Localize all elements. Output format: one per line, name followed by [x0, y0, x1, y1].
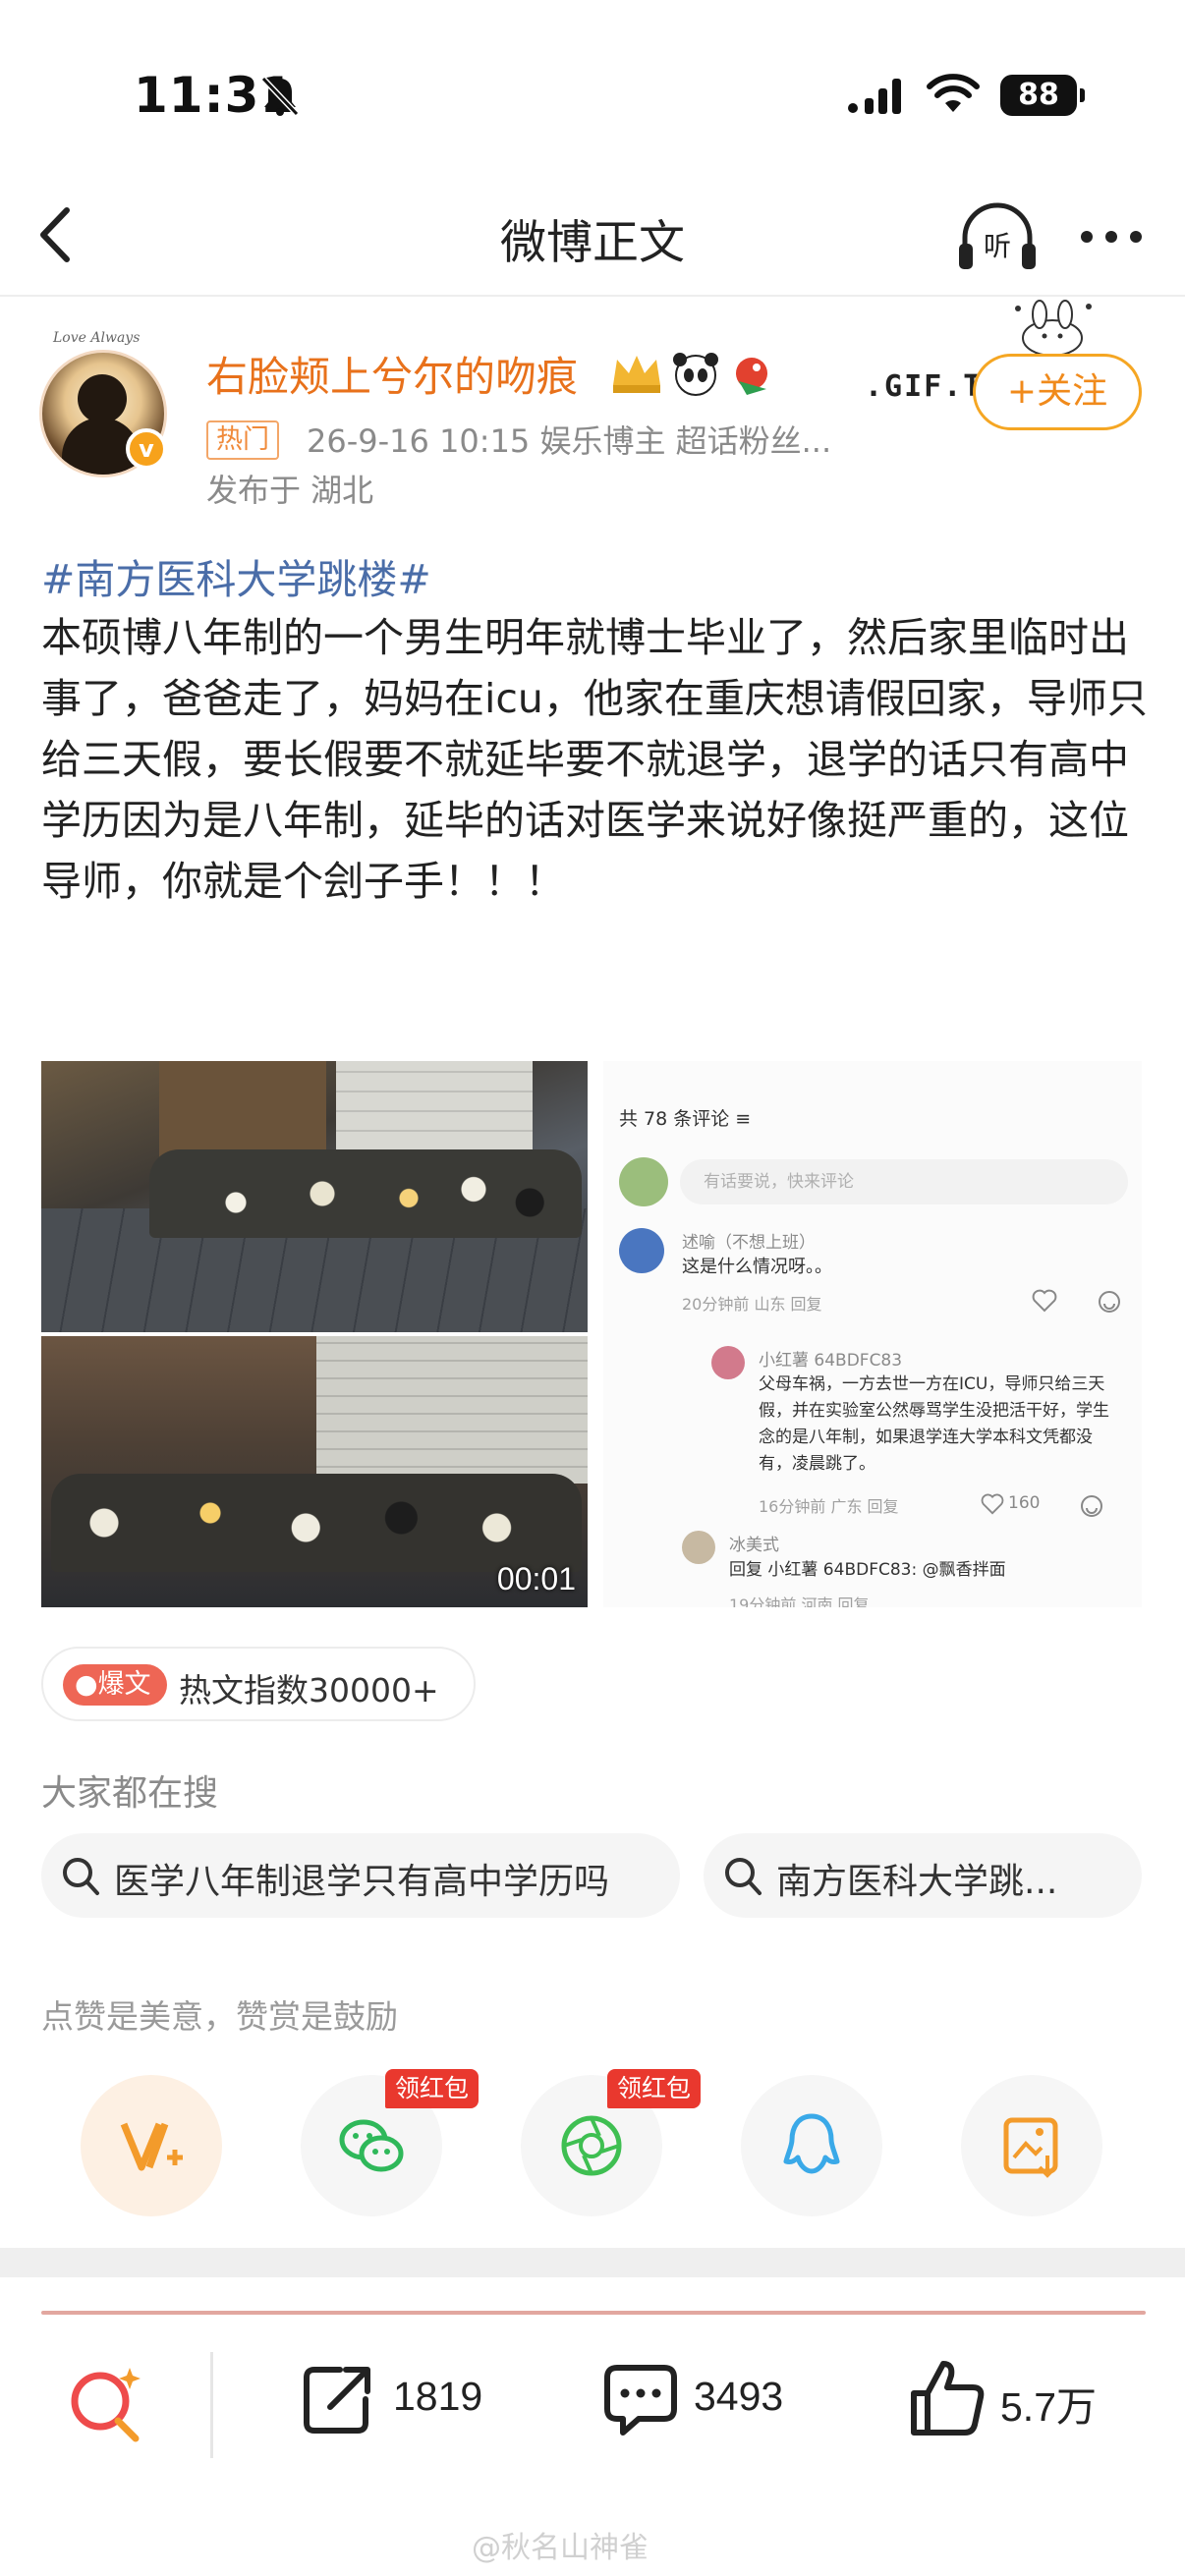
post-meta: 26-9-16 10:15 娱乐博主 超话粉丝...	[307, 422, 832, 460]
more-options-icon[interactable]	[1077, 212, 1146, 261]
repost-icon	[304, 2367, 370, 2434]
search-suggestion-chip[interactable]: 医学八年制退学只有高中学历吗	[41, 1833, 680, 1918]
search-icon	[63, 1858, 99, 1895]
reward-note: 点赞是美意，赞赏是鼓励	[41, 1997, 398, 2036]
comment-author: 冰美式	[729, 1536, 779, 1555]
flowers-image	[51, 1474, 582, 1572]
follow-button[interactable]: +关注	[973, 354, 1142, 430]
comment-meta: 19分钟前 河南 回复	[729, 1596, 870, 1607]
author-name[interactable]: 右脸颊上兮尔的吻痕	[206, 344, 578, 404]
hot-index-badge[interactable]: ●爆文 热文指数30000+	[41, 1647, 476, 1721]
comment-input-row: 有话要说，快来评论	[619, 1155, 1128, 1208]
comment-meta: 16分钟前 广东 回复	[759, 1497, 899, 1516]
image-download-icon	[1003, 2117, 1058, 2178]
top-nav-bar: 微博正文 听	[0, 187, 1185, 295]
share-qq-button[interactable]	[741, 2075, 882, 2216]
avatar-script-text: Love Always	[53, 330, 141, 346]
avatar	[619, 1157, 668, 1206]
comment-meta: 20分钟前 山东 回复	[682, 1295, 822, 1314]
hot-article-flag: ●爆文	[63, 1664, 167, 1706]
hot-index-text: 热文指数30000+	[179, 1671, 439, 1709]
search-suggestion-text: 南方医科大学跳...	[776, 1862, 1058, 1902]
comment-button[interactable]: 3493	[601, 2358, 818, 2446]
comment-bubble-icon	[604, 2365, 677, 2436]
super-search-icon[interactable]	[67, 2364, 145, 2442]
trending-search-title: 大家都在搜	[41, 1773, 219, 1814]
battery-indicator: 88	[1000, 75, 1085, 116]
comment-author: 述喻（不想上班）	[682, 1233, 816, 1253]
author-avatar[interactable]: Love Always v	[31, 330, 179, 477]
listen-label: 听	[984, 230, 1011, 262]
like-button[interactable]: 5.7万	[908, 2358, 1144, 2446]
post-content: 本硕博八年制的一个男生明年就博士毕业了，然后家里临时出事了，爸爸走了，妈妈在ic…	[41, 614, 1148, 905]
cellular-signal-icon	[848, 79, 901, 114]
camera-aperture-icon	[561, 2115, 622, 2176]
search-suggestion-text: 医学八年制退学只有高中学历吗	[114, 1862, 610, 1902]
heart-icon	[981, 1493, 1004, 1515]
tip-reward-button[interactable]	[81, 2075, 222, 2216]
video-duration: 00:01	[496, 1561, 576, 1596]
comment-item: 述喻（不想上班） 这是什么情况呀。。 20分钟前 山东 回复	[619, 1228, 1130, 1336]
save-image-button[interactable]	[961, 2075, 1102, 2216]
post-location: 发布于 湖北	[206, 472, 374, 509]
comment-author: 小红薯 64BDFC83	[759, 1351, 903, 1371]
flowers-image	[149, 1149, 582, 1238]
wechat-icon	[339, 2119, 404, 2172]
emoji-icon	[1081, 1495, 1102, 1517]
avatar	[619, 1228, 664, 1273]
comment-like-count: 160	[1008, 1493, 1041, 1513]
qq-penguin-icon	[783, 2113, 840, 2174]
verified-badge-icon: v	[126, 428, 167, 470]
crown-badge-icon	[613, 356, 660, 393]
bunny-decoration-icon	[1015, 300, 1092, 357]
comments-count: 共 78 条评论 ≡	[619, 1108, 752, 1130]
search-icon	[725, 1858, 762, 1895]
bar-separator	[210, 2352, 213, 2458]
comment-text: 这是什么情况呀。。	[682, 1257, 832, 1277]
bell-muted-icon	[260, 76, 300, 117]
v-plus-icon	[120, 2122, 183, 2171]
fire-icon: ●	[75, 1669, 98, 1700]
comment-text: 父母车祸，一方去世一方在ICU，导师只给三天假，并在实验室公然辱骂学生没把活干好…	[759, 1374, 1109, 1474]
nav-divider	[0, 295, 1185, 297]
section-divider	[0, 2248, 1185, 2277]
red-packet-tag: 领红包	[385, 2069, 480, 2108]
parrot-badge-icon	[736, 358, 767, 395]
comment-item: 小红薯 64BDFC83 父母车祸，一方去世一方在ICU，导师只给三天假，并在实…	[711, 1346, 1134, 1523]
like-count: 5.7万	[1000, 2384, 1097, 2430]
comment-input: 有话要说，快来评论	[680, 1159, 1128, 1204]
comment-text: 回复 小红薯 64BDFC83: @飘香拌面	[729, 1560, 1006, 1580]
headphones-listen-icon[interactable]: 听	[955, 200, 1040, 275]
video-thumbnail[interactable]: 00:01	[41, 1061, 588, 1607]
red-packet-tag: 领红包	[607, 2069, 702, 2108]
avatar	[711, 1346, 745, 1379]
comment-item: 冰美式 回复 小红薯 64BDFC83: @飘香拌面 19分钟前 河南 回复	[682, 1531, 1134, 1607]
gift-decoration-text: .GIF.T	[865, 369, 984, 404]
watermark: @秋名山神雀	[472, 2531, 649, 2565]
avatar	[682, 1531, 715, 1564]
panda-badge-icon	[673, 353, 718, 396]
status-bar: 11:31 88	[0, 0, 1185, 187]
bottom-action-bar: 1819 3493 5.7万	[0, 2319, 1185, 2495]
emoji-icon	[1099, 1291, 1120, 1313]
comment-count: 3493	[694, 2374, 784, 2419]
red-accent-line	[41, 2311, 1146, 2315]
user-badges	[613, 353, 767, 396]
repost-button[interactable]: 1819	[301, 2358, 507, 2446]
thumbs-up-icon	[911, 2361, 985, 2436]
topic-hashtag[interactable]: #南方医科大学跳楼#	[41, 546, 431, 605]
heart-icon	[1032, 1289, 1057, 1313]
repost-count: 1819	[393, 2374, 483, 2419]
search-suggestion-chip[interactable]: 南方医科大学跳...	[704, 1833, 1142, 1918]
hot-tag: 热门	[206, 420, 279, 460]
comments-screenshot-image[interactable]: 共 78 条评论 ≡ 有话要说，快来评论 述喻（不想上班） 这是什么情况呀。。 …	[603, 1061, 1142, 1607]
wifi-icon	[927, 74, 980, 112]
